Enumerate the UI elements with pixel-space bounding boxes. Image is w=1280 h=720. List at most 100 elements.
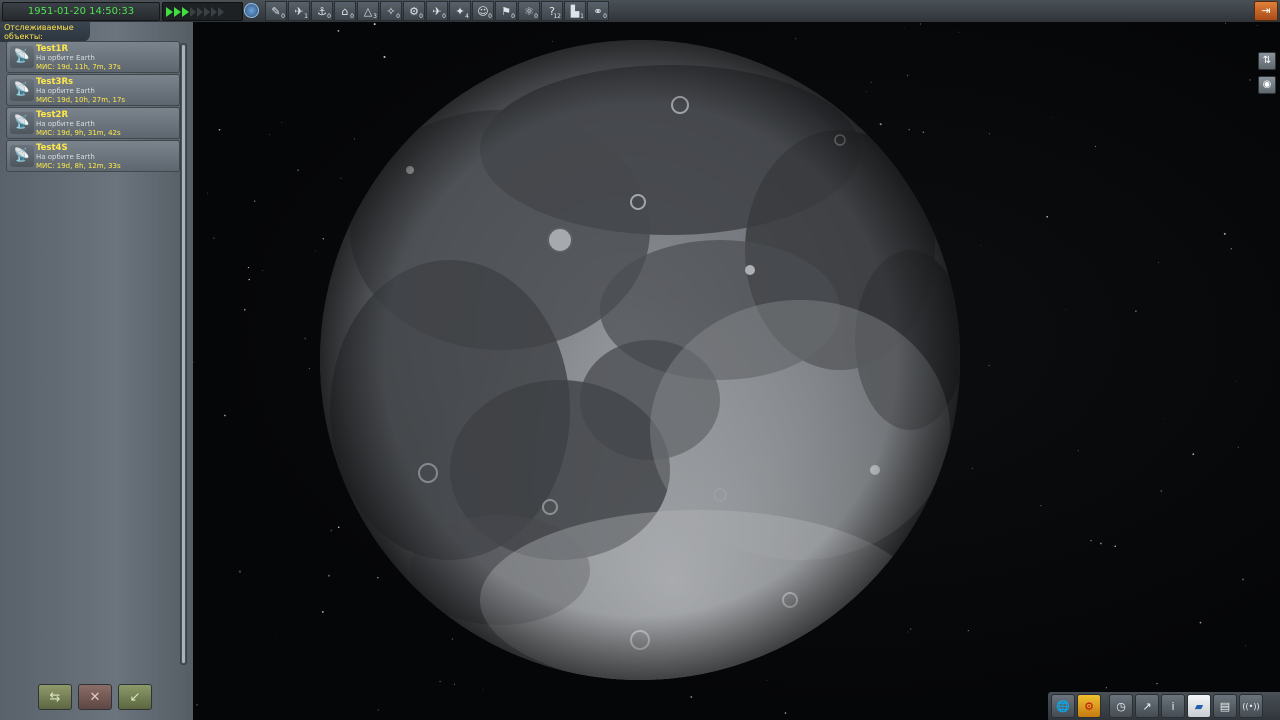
filter-count: 0: [350, 13, 354, 20]
star: [238, 570, 241, 573]
star: [1192, 453, 1195, 456]
star: [248, 278, 250, 281]
star: [980, 244, 982, 246]
globe-icon: [243, 3, 259, 18]
vessel-list-item[interactable]: 📡 Test4S На орбите Earth МИС: 19d, 8h, 12m,…: [6, 140, 180, 172]
signal-button[interactable]: ((•)): [1239, 694, 1263, 718]
star: [784, 712, 787, 714]
fly-button[interactable]: ⇆: [38, 684, 72, 710]
map-view-button[interactable]: [241, 2, 261, 19]
filter-button-debris[interactable]: ✎ 0: [265, 1, 287, 21]
vessel-mission-time: МИС: 19d, 11h, 7m, 37s: [36, 63, 121, 71]
ui-toggle-icon: ⇅: [1262, 55, 1272, 66]
star: [196, 704, 198, 706]
star: [269, 134, 271, 136]
signal-icon: ((•)): [1242, 701, 1260, 711]
exit-to-space-center-button[interactable]: ⇥: [1254, 1, 1278, 21]
editor-button[interactable]: ▰: [1187, 694, 1211, 718]
star: [207, 192, 208, 194]
planets-button[interactable]: 🌐: [1051, 694, 1075, 718]
filter-button-plane[interactable]: ✈ 1: [288, 1, 310, 21]
vessel-list-item[interactable]: 📡 Test3Rs На орбите Earth МИС: 19d, 10h, 27…: [6, 74, 180, 106]
star: [213, 237, 215, 239]
panel-title: Отслеживаемые объекты:: [0, 22, 90, 42]
ui-toggle-button[interactable]: ⇅: [1258, 52, 1276, 70]
warp-rate-arrow[interactable]: [174, 6, 181, 17]
filter-button-unknown[interactable]: ? 12: [541, 1, 563, 21]
vessel-list-item[interactable]: 📡 Test1R На орбите Earth МИС: 19d, 11h, 7m,…: [6, 41, 180, 73]
app-launcher-toolbar: 🌐 ⚙ ◷ ↗ i ▰ ▤ ((•)): [1048, 692, 1280, 720]
lander-icon: △: [363, 4, 373, 18]
star: [1241, 578, 1245, 581]
warp-rate-arrow[interactable]: [197, 6, 203, 17]
toolbar-toggle-button[interactable]: ⚙: [1077, 694, 1101, 718]
filter-button-satellite[interactable]: ✦ 4: [449, 1, 471, 21]
warp-rate-arrow[interactable]: [190, 6, 196, 17]
filter-count: 1: [304, 13, 308, 20]
satellite-icon: 📡: [10, 112, 34, 134]
star: [304, 337, 307, 340]
moon-planet[interactable]: [320, 40, 960, 680]
star: [690, 695, 693, 699]
vessel-list-item[interactable]: 📡 Test2R На орбите Earth МИС: 19d, 9h, 31m,…: [6, 107, 180, 139]
notes-button[interactable]: ▤: [1213, 694, 1237, 718]
info-button[interactable]: i: [1161, 694, 1185, 718]
notes-icon: ▤: [1219, 699, 1231, 713]
filter-button-probe[interactable]: ✧ 0: [380, 1, 402, 21]
clock-button[interactable]: ◷: [1109, 694, 1133, 718]
star: [377, 709, 379, 711]
maneuver-icon: ↗: [1142, 699, 1152, 713]
time-warp-indicator[interactable]: [162, 2, 243, 21]
space-view[interactable]: ⇅ ◉: [193, 22, 1280, 720]
star: [218, 128, 221, 131]
vessel-list-scrollbar[interactable]: [180, 43, 187, 665]
delete-button[interactable]: ✕: [78, 684, 112, 710]
satellite-icon: 📡: [10, 46, 34, 68]
star: [482, 689, 484, 690]
fly-icon: ⇆: [49, 689, 61, 705]
star: [904, 27, 905, 28]
warp-rate-arrow[interactable]: [182, 6, 189, 17]
filter-button-eva[interactable]: ☺ 0: [472, 1, 494, 21]
base-icon: ▙: [570, 4, 580, 18]
vessel-status: На орбите Earth: [36, 153, 95, 161]
star: [1100, 542, 1102, 545]
filter-count: 1: [580, 13, 584, 20]
filter-button-rover[interactable]: ⚙ 0: [403, 1, 425, 21]
warp-rate-arrow[interactable]: [218, 6, 224, 17]
filter-button-ship[interactable]: ⚓ 0: [311, 1, 333, 21]
star: [1199, 621, 1202, 624]
filter-button-station[interactable]: ⌂ 0: [334, 1, 356, 21]
toolbar-toggle-icon: ⚙: [1084, 699, 1094, 713]
star: [453, 683, 455, 685]
filter-button-lander[interactable]: △ 3: [357, 1, 379, 21]
star: [373, 23, 376, 26]
star: [297, 169, 300, 172]
vessel-type-filters: ✎ 0 ✈ 1 ⚓ 0 ⌂ 0 △ 3 ✧ 0 ⚙ 0 ✈ 0 ✦ 4 ☺ 0 ⚑ 0 ⚛ 0? 12 ▙ 1 ⚭ 0: [265, 1, 609, 21]
vessel-status: На орбите Earth: [36, 120, 95, 128]
scrollbar-thumb[interactable]: [182, 45, 185, 663]
filter-count: 3: [373, 13, 377, 20]
warp-rate-arrow[interactable]: [204, 6, 210, 17]
filter-button-aircraft[interactable]: ✈ 0: [426, 1, 448, 21]
view-mode-button[interactable]: ◉: [1258, 76, 1276, 94]
star: [1051, 116, 1053, 118]
star: [1046, 215, 1049, 218]
star: [1105, 687, 1108, 689]
warp-rate-arrow[interactable]: [166, 6, 173, 17]
filter-button-deployed[interactable]: ⚛ 0: [518, 1, 540, 21]
warp-rate-arrow[interactable]: [211, 6, 217, 17]
maneuver-button[interactable]: ↗: [1135, 694, 1159, 718]
probe-icon: ✧: [386, 4, 396, 18]
filter-count: 0: [442, 13, 446, 20]
panel-action-buttons: ⇆ ✕ ↙: [38, 684, 152, 710]
filter-button-relay[interactable]: ⚭ 0: [587, 1, 609, 21]
filter-button-base[interactable]: ▙ 1: [564, 1, 586, 21]
star: [1040, 505, 1042, 507]
star: [512, 718, 514, 720]
recover-button[interactable]: ↙: [118, 684, 152, 710]
info-icon: i: [1171, 699, 1175, 713]
filter-button-flag[interactable]: ⚑ 0: [495, 1, 517, 21]
star: [967, 630, 969, 632]
star: [439, 680, 441, 683]
